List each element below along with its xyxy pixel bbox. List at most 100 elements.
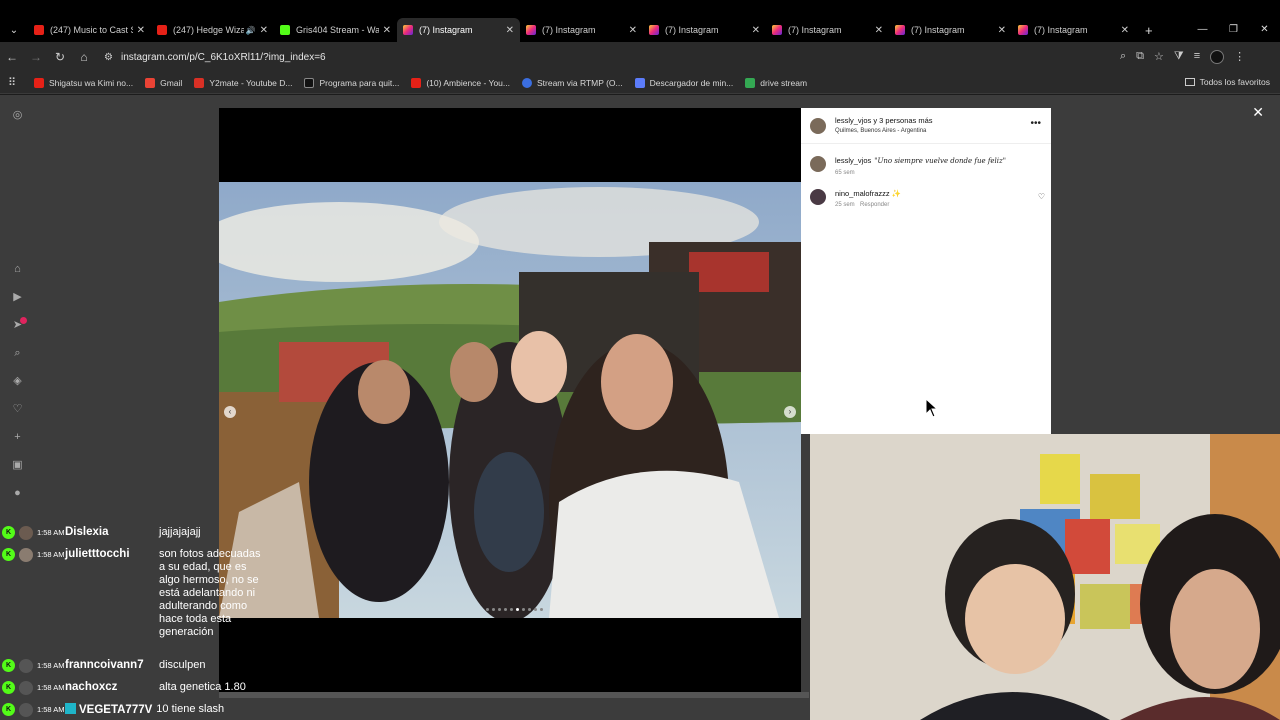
instagram-logo-icon[interactable]: ◎ (11, 109, 24, 122)
carousel-next-button[interactable]: › (784, 406, 796, 418)
bookmark-item[interactable]: Shigatsu wa Kimi no... (34, 77, 133, 88)
minimize-icon[interactable]: — (1187, 18, 1218, 42)
bookmark-item[interactable]: drive stream (745, 77, 807, 88)
new-tab-button[interactable]: + (1145, 23, 1153, 38)
browser-tab[interactable]: Gris404 Stream - Wa ✕ (274, 18, 397, 42)
browser-tab[interactable]: (7) Instagram ✕ (643, 18, 766, 42)
site-icon (304, 77, 315, 88)
speaker-icon[interactable]: 🔊 (246, 26, 256, 35)
browser-tab[interactable]: (7) Instagram ✕ (889, 18, 1012, 42)
search-icon[interactable]: ⌕ (11, 347, 24, 360)
carousel-dot (486, 608, 489, 611)
menu-icon[interactable]: ⋮ (1234, 50, 1245, 64)
media-controls-icon[interactable]: ≡ (1194, 50, 1200, 64)
tab-search-icon[interactable]: ⌄ (0, 18, 28, 42)
avatar[interactable] (810, 156, 826, 172)
browser-tab[interactable]: (7) Instagram ✕ (766, 18, 889, 42)
heart-icon[interactable]: ♡ (11, 403, 24, 416)
url-input[interactable]: ⚙ instagram.com/p/C_6K1oXRl11/?img_index… (104, 46, 1114, 68)
all-bookmarks[interactable]: Todos los favoritos (1184, 77, 1270, 87)
reload-icon[interactable]: ↻ (48, 50, 72, 64)
close-icon[interactable]: ✕ (1252, 104, 1264, 121)
bookmark-item[interactable]: Descargador de min... (634, 77, 734, 88)
reels-icon[interactable]: ▶ (11, 291, 24, 304)
comment-user[interactable]: lessly_vjos (835, 156, 871, 165)
close-tab-icon[interactable]: ✕ (137, 25, 145, 36)
close-tab-icon[interactable]: ✕ (629, 25, 637, 36)
chat-username-text: VEGETA777V (79, 704, 153, 716)
chat-username[interactable]: julietttocchi (65, 548, 159, 561)
tab-title: (7) Instagram (1034, 25, 1088, 35)
carousel-prev-button[interactable]: ‹ (224, 406, 236, 418)
back-icon[interactable]: ← (0, 50, 24, 64)
avatar[interactable] (810, 189, 826, 205)
close-window-icon[interactable]: ✕ (1249, 18, 1280, 42)
tab-title: (7) Instagram (542, 25, 596, 35)
close-tab-icon[interactable]: ✕ (752, 25, 760, 36)
profile-icon[interactable]: ● (11, 487, 24, 500)
create-icon[interactable]: + (11, 431, 24, 444)
zoom-icon[interactable]: ⌕ (1120, 50, 1126, 64)
home-icon[interactable]: ⌂ (11, 263, 24, 276)
close-tab-icon[interactable]: ✕ (998, 25, 1006, 36)
chat-username[interactable]: Dislexia (65, 526, 159, 539)
chat-username[interactable]: VEGETA777V (65, 703, 152, 717)
reply-button[interactable]: Responder (860, 202, 889, 208)
browser-tab-active[interactable]: (7) Instagram ✕ (397, 18, 520, 42)
post-author[interactable]: lessly_vjos y 3 personas más (835, 116, 933, 125)
bookmark-label: Y2mate - Youtube D... (209, 77, 293, 88)
carousel-dot (528, 608, 531, 611)
bookmark-item[interactable]: Gmail (145, 77, 182, 88)
forward-icon[interactable]: → (24, 50, 48, 64)
youtube-icon (411, 77, 422, 88)
window-controls: — ❐ ✕ (1187, 18, 1280, 42)
chat-time: 1:58 AM (37, 661, 65, 670)
bookmark-item[interactable]: Stream via RTMP (O... (521, 77, 623, 88)
extensions-icon[interactable]: ⧩ (1174, 50, 1184, 64)
caption: lessly_vjos "Uno siempre vuelve donde fue… (835, 156, 1006, 165)
dashboard-icon[interactable]: ▣ (11, 459, 24, 472)
horizontal-scrollbar[interactable] (219, 692, 809, 698)
bookmark-item[interactable]: Programa para quit... (304, 77, 399, 88)
post-location[interactable]: Quilmes, Buenos Aires - Argentina (835, 128, 926, 134)
bookmark-label: Descargador de min... (649, 77, 734, 88)
stream-top-bar (0, 0, 1280, 18)
chat-username[interactable]: franncoivann7 (65, 659, 159, 672)
install-icon[interactable]: ⧉ (1136, 50, 1144, 64)
site-info-icon[interactable]: ⚙ (104, 52, 113, 63)
close-tab-icon[interactable]: ✕ (1121, 25, 1129, 36)
carousel-dot (510, 608, 513, 611)
home-icon[interactable]: ⌂ (72, 50, 96, 64)
close-tab-icon[interactable]: ✕ (875, 25, 883, 36)
carousel-dot (522, 608, 525, 611)
like-comment-icon[interactable]: ♡ (1038, 192, 1045, 201)
chat-text: disculpen (159, 659, 206, 671)
webcam-overlay (810, 434, 1280, 720)
profile-avatar[interactable] (1210, 50, 1225, 64)
star-icon[interactable]: ☆ (1154, 50, 1164, 64)
tab-title: (247) Hedge Wiza (173, 25, 244, 35)
post-details-panel: lessly_vjos y 3 personas más Quilmes, Bu… (801, 108, 1051, 434)
close-tab-icon[interactable]: ✕ (506, 25, 514, 36)
chat-username[interactable]: nachoxcz (65, 681, 159, 694)
more-options-icon[interactable]: ••• (1030, 118, 1041, 129)
gmail-icon (145, 77, 156, 88)
bookmark-item[interactable]: Y2mate - Youtube D... (194, 77, 293, 88)
avatar (19, 659, 33, 673)
browser-tab[interactable]: (7) Instagram ✕ (520, 18, 643, 42)
tab-strip: ⌄ (247) Music to Cast S ✕ (247) Hedge Wi… (0, 18, 1280, 42)
browser-tab[interactable]: (7) Instagram ✕ (1012, 18, 1135, 42)
avatar[interactable] (810, 118, 826, 134)
bookmark-item[interactable]: (10) Ambience - You... (411, 77, 510, 88)
chat-time: 1:58 AM (37, 683, 65, 692)
apps-grid-icon[interactable]: ⠿ (8, 76, 28, 89)
restore-icon[interactable]: ❐ (1218, 18, 1249, 42)
browser-tab[interactable]: (247) Music to Cast S ✕ (28, 18, 151, 42)
close-tab-icon[interactable]: ✕ (383, 25, 391, 36)
explore-icon[interactable]: ◈ (11, 375, 24, 388)
comment-age: 65 sem (835, 170, 855, 176)
browser-tab[interactable]: (247) Hedge Wiza 🔊 ✕ (151, 18, 274, 42)
avatar (19, 681, 33, 695)
close-tab-icon[interactable]: ✕ (260, 25, 268, 36)
comment-user[interactable]: nino_malofrazzz (835, 189, 890, 198)
